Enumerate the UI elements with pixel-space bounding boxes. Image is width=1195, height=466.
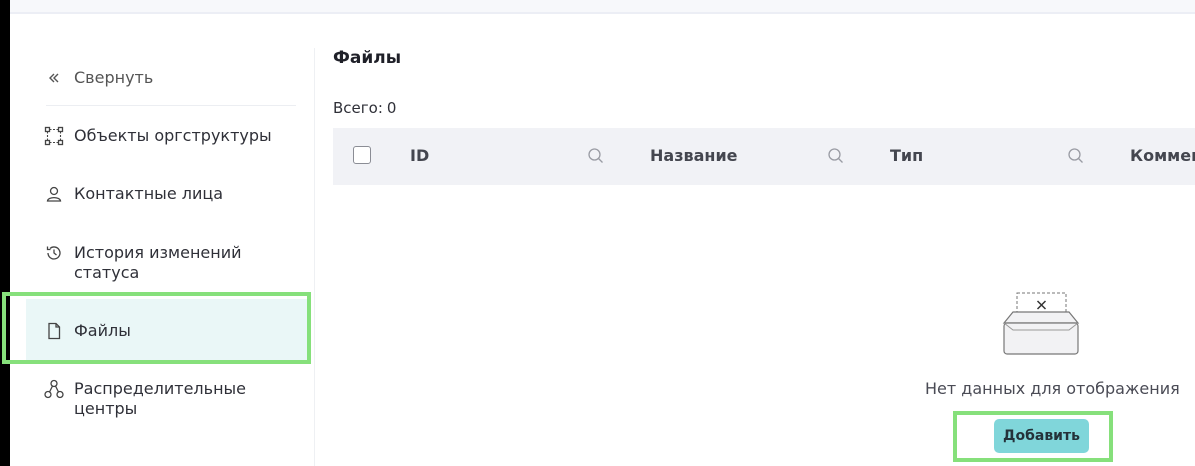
column-header-type[interactable]: Тип — [890, 146, 923, 165]
empty-box-icon — [1002, 292, 1080, 355]
sidebar-item-org-structure[interactable]: Объекты оргструктуры — [10, 126, 314, 146]
history-icon — [44, 243, 64, 263]
column-header-id[interactable]: ID — [410, 146, 429, 165]
column-header-name[interactable]: Название — [650, 146, 738, 165]
sidebar-item-label: Объекты оргструктуры — [74, 126, 272, 145]
org-structure-icon — [44, 126, 64, 146]
window-edge — [0, 0, 10, 466]
total-count: Всего: 0 — [333, 99, 396, 117]
user-icon — [44, 184, 64, 204]
search-icon[interactable] — [827, 147, 845, 165]
search-icon[interactable] — [1067, 147, 1085, 165]
sidebar-item-label: Контактные лица — [74, 184, 224, 203]
top-bar — [10, 0, 1195, 14]
sidebar: Свернуть Объекты оргструктуры Контактные… — [10, 48, 315, 466]
network-icon — [44, 379, 64, 399]
sidebar-item-distribution-centers[interactable]: Распределительные центры — [10, 379, 314, 419]
add-button-highlight-frame — [953, 411, 1113, 462]
total-value: 0 — [386, 99, 397, 117]
select-all-checkbox[interactable] — [353, 146, 371, 164]
column-header-comment[interactable]: Комментарий — [1130, 146, 1195, 165]
sidebar-item-label: Распределительные центры — [74, 379, 246, 418]
sidebar-item-label: История изменений статуса — [74, 243, 242, 282]
empty-state-text: Нет данных для отображения — [925, 379, 1180, 398]
page-title: Файлы — [333, 48, 402, 68]
search-icon[interactable] — [587, 147, 605, 165]
collapse-label: Свернуть — [74, 68, 154, 87]
collapse-button[interactable]: Свернуть — [10, 68, 314, 88]
sidebar-divider — [46, 105, 296, 106]
double-chevron-left-icon — [44, 68, 64, 88]
total-label: Всего: — [333, 99, 383, 117]
highlight-frame — [2, 292, 311, 364]
sidebar-item-contacts[interactable]: Контактные лица — [10, 184, 314, 204]
sidebar-item-status-history[interactable]: История изменений статуса — [10, 243, 314, 283]
table-header: ID Название Тип Комментарий — [333, 128, 1195, 185]
